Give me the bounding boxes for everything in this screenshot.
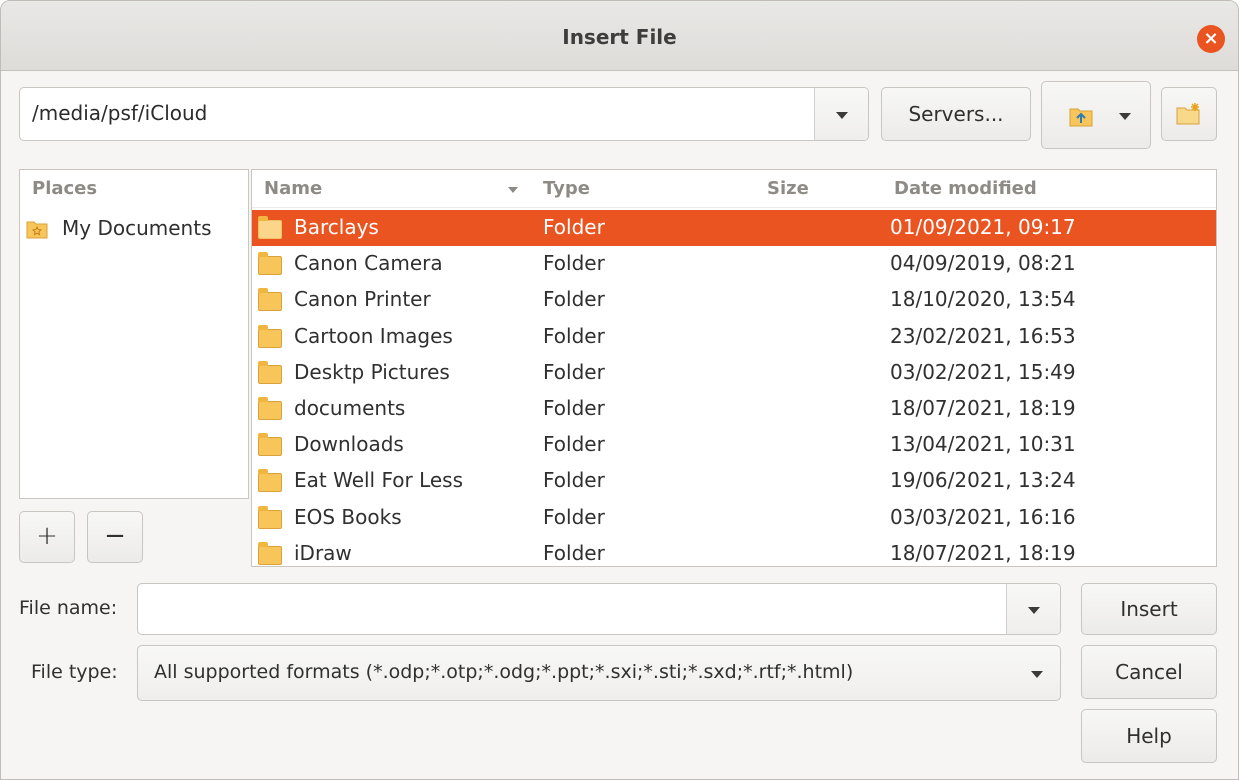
file-date-cell: 18/07/2021, 18:19 [890, 396, 1076, 420]
cancel-label: Cancel [1115, 660, 1183, 684]
file-name-dropdown-button[interactable] [1006, 584, 1060, 634]
chevron-down-icon [1119, 113, 1131, 120]
title-bar: Insert File × [1, 1, 1238, 71]
file-date-cell: 03/03/2021, 16:16 [890, 504, 1076, 529]
file-name-cell: documents [294, 396, 406, 420]
file-date-cell: 04/09/2019, 08:21 [890, 251, 1076, 276]
insert-button[interactable]: Insert [1081, 583, 1217, 635]
plus-icon: + [36, 521, 58, 551]
servers-button[interactable]: Servers... [881, 87, 1031, 141]
insert-label: Insert [1120, 597, 1178, 621]
folder-icon [258, 505, 282, 529]
folder-icon [258, 541, 282, 565]
file-type-cell: Folder [543, 432, 605, 457]
file-name-cell: Downloads [294, 432, 404, 457]
servers-label: Servers... [908, 102, 1004, 126]
file-row[interactable]: documents Folder 18/07/2021, 18:19 [252, 391, 1216, 427]
file-type-cell: Folder [543, 323, 605, 348]
new-folder-button[interactable] [1161, 87, 1217, 141]
file-row[interactable]: Eat Well For Less Folder 19/06/2021, 13:24 [252, 463, 1216, 499]
column-header-name[interactable]: Name [264, 170, 322, 208]
file-list-header: Name Type Size Date modified [252, 170, 1216, 208]
folder-icon [258, 252, 282, 276]
file-date-cell: 01/09/2021, 09:17 [890, 215, 1076, 239]
folder-up-icon [1069, 108, 1093, 127]
remove-place-button[interactable]: − [87, 511, 143, 563]
file-name-cell: Barclays [294, 215, 379, 239]
column-header-type[interactable]: Type [543, 170, 590, 208]
minus-icon: − [104, 521, 126, 551]
file-date-cell: 18/07/2021, 18:19 [890, 540, 1076, 565]
folder-icon [258, 216, 282, 239]
places-header: Places [32, 178, 98, 199]
file-date-cell: 03/02/2021, 15:49 [890, 359, 1076, 384]
file-name-cell: iDraw [294, 540, 352, 565]
new-folder-icon [1176, 103, 1200, 125]
close-icon: × [1203, 28, 1219, 49]
close-button[interactable]: × [1197, 25, 1225, 53]
folder-icon [258, 397, 282, 420]
file-type-cell: Folder [543, 540, 605, 565]
file-type-cell: Folder [543, 215, 605, 239]
path-value: /media/psf/iCloud [32, 101, 208, 125]
insert-file-dialog: Insert File × /media/psf/iCloud Servers.… [0, 0, 1239, 780]
file-type-cell: Folder [543, 251, 605, 276]
file-name-cell: EOS Books [294, 504, 402, 529]
file-name-input[interactable] [148, 594, 998, 624]
file-type-value: All supported formats (*.odp;*.otp;*.odg… [154, 661, 854, 683]
folder-icon [258, 469, 282, 493]
cancel-button[interactable]: Cancel [1081, 645, 1217, 699]
file-name-cell: Eat Well For Less [294, 468, 464, 493]
file-type-select[interactable]: All supported formats (*.odp;*.otp;*.odg… [137, 645, 1061, 701]
file-list: Name Type Size Date modified Barclays Fol… [251, 169, 1217, 567]
file-row[interactable]: Downloads Folder 13/04/2021, 10:31 [252, 427, 1216, 463]
file-row[interactable]: EOS Books Folder 03/03/2021, 16:16 [252, 500, 1216, 536]
file-date-cell: 19/06/2021, 13:24 [890, 468, 1076, 493]
folder-icon [258, 324, 282, 348]
file-type-cell: Folder [543, 359, 605, 384]
file-type-cell: Folder [543, 287, 605, 312]
file-date-cell: 18/10/2020, 13:54 [890, 287, 1076, 312]
file-row[interactable]: Canon Printer Folder 18/10/2020, 13:54 [252, 282, 1216, 318]
file-rows: Barclays Folder 01/09/2021, 09:17 Canon Cam… [252, 210, 1216, 566]
file-name-cell: Canon Printer [294, 287, 431, 312]
help-label: Help [1126, 724, 1172, 748]
column-header-size[interactable]: Size [767, 170, 809, 208]
file-row[interactable]: Canon Camera Folder 04/09/2019, 08:21 [252, 246, 1216, 282]
places-panel: Places My Documents [19, 169, 249, 499]
file-date-cell: 23/02/2021, 16:53 [890, 323, 1076, 348]
file-name-label: File name: [19, 597, 118, 619]
folder-icon [258, 433, 282, 457]
file-row[interactable]: Desktp Pictures Folder 03/02/2021, 15:49 [252, 355, 1216, 391]
column-header-date[interactable]: Date modified [894, 170, 1037, 208]
file-name-cell: Desktp Pictures [294, 359, 450, 384]
file-type-label: File type: [31, 661, 118, 683]
chevron-down-icon [1031, 671, 1043, 678]
file-type-cell: Folder [543, 504, 605, 529]
path-combobox[interactable]: /media/psf/iCloud [19, 87, 869, 141]
dialog-title: Insert File [562, 25, 677, 49]
add-place-button[interactable]: + [19, 511, 75, 563]
folder-icon [258, 288, 282, 312]
file-row[interactable]: Barclays Folder 01/09/2021, 09:17 [252, 210, 1216, 246]
sort-descending-icon [508, 187, 518, 193]
file-name-combobox[interactable] [137, 583, 1061, 635]
folder-icon [258, 360, 282, 384]
up-level-button[interactable] [1041, 81, 1151, 149]
file-type-cell: Folder [543, 468, 605, 493]
chevron-down-icon [836, 112, 848, 119]
file-date-cell: 13/04/2021, 10:31 [890, 432, 1076, 457]
file-name-cell: Cartoon Images [294, 323, 453, 348]
path-dropdown-button[interactable] [814, 88, 868, 140]
file-row[interactable]: Cartoon Images Folder 23/02/2021, 16:53 [252, 319, 1216, 355]
chevron-down-icon [1028, 607, 1040, 614]
file-row[interactable]: iDraw Folder 18/07/2021, 18:19 [252, 536, 1216, 566]
documents-folder-icon [26, 221, 48, 239]
help-button[interactable]: Help [1081, 709, 1217, 763]
file-name-cell: Canon Camera [294, 251, 443, 276]
places-item-label: My Documents [62, 216, 212, 240]
file-type-cell: Folder [543, 396, 605, 420]
places-item-my-documents[interactable]: My Documents [20, 210, 248, 246]
